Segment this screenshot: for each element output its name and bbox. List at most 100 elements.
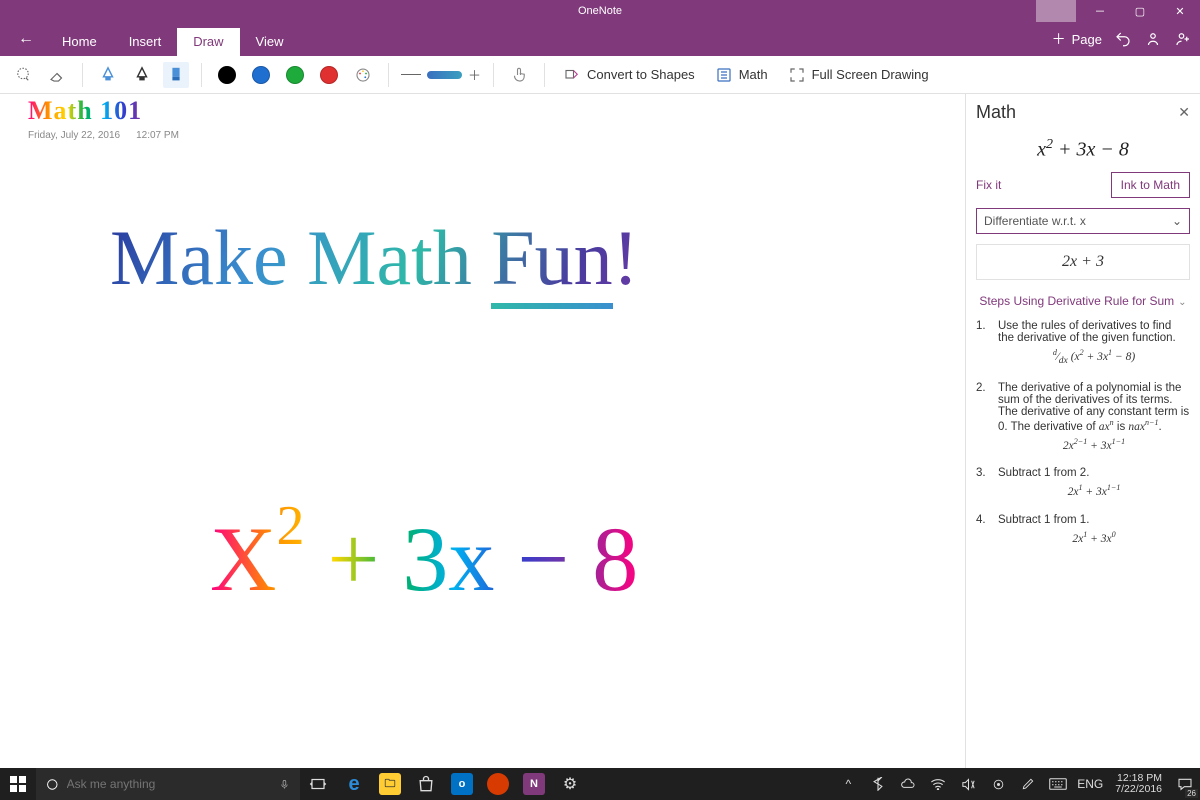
color-green[interactable] — [282, 62, 308, 88]
math-panel-close-icon[interactable]: ✕ — [1178, 104, 1190, 121]
tray-location-icon[interactable] — [983, 768, 1013, 800]
toolbar-sep-4 — [493, 63, 494, 87]
cortana-icon — [46, 777, 59, 792]
convert-to-shapes-label: Convert to Shapes — [587, 67, 695, 82]
math-panel-title: Math — [976, 102, 1016, 123]
toolbar-sep-3 — [388, 63, 389, 87]
step-text: The derivative of a polynomial is the su… — [998, 382, 1190, 433]
tray-clock[interactable]: 12:18 PM 7/22/2016 — [1107, 773, 1170, 795]
step-math: 2x1 + 3x0 — [998, 530, 1190, 545]
tab-home[interactable]: Home — [46, 28, 113, 56]
fullscreen-button[interactable]: Full Screen Drawing — [782, 66, 935, 84]
fix-it-link[interactable]: Fix it — [976, 178, 1001, 192]
ink-to-math-button[interactable]: Ink to Math — [1111, 172, 1190, 198]
step-text: Subtract 1 from 2. — [998, 467, 1190, 479]
math-step: 4. Subtract 1 from 1. 2x1 + 3x0 — [976, 514, 1190, 545]
step-text: Use the rules of derivatives to find the… — [998, 320, 1190, 344]
thickness-plus-icon: ＋ — [468, 65, 481, 84]
taskbar-app-store[interactable] — [408, 773, 444, 795]
math-step: 2. The derivative of a polynomial is the… — [976, 382, 1190, 452]
color-red[interactable] — [316, 62, 342, 88]
step-math: 2x1 + 3x1−1 — [998, 483, 1190, 498]
cortana-search[interactable] — [36, 768, 300, 800]
share-plus-icon[interactable] — [1174, 30, 1192, 48]
action-center-button[interactable]: 26 — [1170, 768, 1200, 800]
plus-icon: ＋ — [1050, 30, 1068, 48]
add-page-button[interactable]: ＋ Page — [1050, 30, 1102, 48]
taskbar-app-office[interactable] — [480, 773, 516, 795]
steps-toggle[interactable]: Steps Using Derivative Rule for Sum — [976, 294, 1190, 308]
page-date: Friday, July 22, 2016 — [28, 130, 120, 141]
tab-view[interactable]: View — [240, 28, 300, 56]
taskbar-app-explorer[interactable]: 🗀 — [372, 773, 408, 795]
tray-onedrive-icon[interactable] — [893, 768, 923, 800]
math-steps-list: 1. Use the rules of derivatives to find … — [976, 320, 1190, 561]
step-math: d⁄dx (x2 + 3x1 − 8) — [998, 348, 1190, 366]
tray-overflow-icon[interactable]: ^ — [833, 768, 863, 800]
page-timestamp: Friday, July 22, 2016 12:07 PM — [28, 130, 179, 141]
lasso-tool[interactable] — [10, 62, 36, 88]
tray-bluetooth-icon[interactable] — [863, 768, 893, 800]
convert-to-shapes-button[interactable]: Convert to Shapes — [557, 66, 701, 84]
touch-draw-toggle[interactable] — [506, 62, 532, 88]
ink-equation: X2 + 3x − 8 — [210, 494, 638, 612]
ribbon-tabs: ← Home Insert Draw View ＋ Page — [0, 22, 1200, 56]
thickness-min-icon — [401, 74, 421, 75]
math-step: 1. Use the rules of derivatives to find … — [976, 320, 1190, 366]
chevron-down-icon: ⌄ — [1172, 214, 1182, 228]
step-text: Subtract 1 from 1. — [998, 514, 1190, 526]
tray-language[interactable]: ENG — [1073, 768, 1107, 800]
notification-count: 26 — [1185, 789, 1198, 798]
thickness-preview — [427, 71, 462, 79]
minimize-button[interactable]: － — [1080, 0, 1120, 22]
note-canvas[interactable]: Math 101 Friday, July 22, 2016 12:07 PM … — [0, 94, 965, 768]
windows-taskbar: e 🗀 o N ⚙ ^ ENG 12:18 PM 7/22/2016 26 — [0, 768, 1200, 800]
math-result: 2x + 3 — [976, 244, 1190, 280]
math-button[interactable]: Math — [709, 66, 774, 84]
app-title: OneNote — [578, 5, 622, 17]
taskbar-app-settings[interactable]: ⚙ — [552, 774, 588, 794]
maximize-button[interactable]: ▢ — [1120, 0, 1160, 22]
close-button[interactable]: ✕ — [1160, 0, 1200, 22]
undo-icon[interactable] — [1114, 30, 1132, 48]
start-button[interactable] — [0, 768, 36, 800]
tray-wifi-icon[interactable] — [923, 768, 953, 800]
math-action-select[interactable]: Differentiate w.r.t. x ⌄ — [976, 208, 1190, 234]
eraser-tool[interactable] — [44, 62, 70, 88]
window-titlebar: OneNote － ▢ ✕ — [0, 0, 1200, 22]
task-view-button[interactable] — [300, 768, 336, 800]
tray-date: 7/22/2016 — [1115, 784, 1162, 795]
toolbar-sep-1 — [82, 63, 83, 87]
math-button-label: Math — [739, 67, 768, 82]
tray-volume-icon[interactable] — [953, 768, 983, 800]
toolbar-sep-5 — [544, 63, 545, 87]
tray-keyboard-icon[interactable] — [1043, 768, 1073, 800]
main-area: Math 101 Friday, July 22, 2016 12:07 PM … — [0, 94, 1200, 768]
toolbar-sep-2 — [201, 63, 202, 87]
taskbar-app-edge[interactable]: e — [336, 773, 372, 795]
math-expression: x2 + 3x − 8 — [976, 129, 1190, 172]
tray-pen-icon[interactable] — [1013, 768, 1043, 800]
highlighter-tool[interactable] — [163, 62, 189, 88]
back-button[interactable]: ← — [6, 22, 46, 56]
math-panel: Math ✕ x2 + 3x − 8 Fix it Ink to Math Di… — [965, 94, 1200, 768]
thickness-slider[interactable]: ＋ — [401, 70, 481, 80]
color-black[interactable] — [214, 62, 240, 88]
taskbar-app-outlook[interactable]: o — [444, 773, 480, 795]
share-icon[interactable] — [1144, 30, 1162, 48]
color-picker[interactable] — [350, 62, 376, 88]
titlebar-divider — [1036, 0, 1076, 22]
tab-draw[interactable]: Draw — [177, 28, 239, 56]
fullscreen-label: Full Screen Drawing — [812, 67, 929, 82]
microphone-icon[interactable] — [279, 778, 290, 791]
ink-headline: Make Math Fun! — [110, 219, 890, 297]
pen-tool-2[interactable] — [129, 62, 155, 88]
cortana-search-input[interactable] — [67, 777, 272, 791]
draw-toolbar: ＋ Convert to Shapes Math Full Screen Dra… — [0, 56, 1200, 94]
taskbar-app-onenote[interactable]: N — [516, 773, 552, 795]
pen-tool-1[interactable] — [95, 62, 121, 88]
math-step: 3. Subtract 1 from 2. 2x1 + 3x1−1 — [976, 467, 1190, 498]
page-title-ink: Math 101 — [28, 96, 142, 126]
color-blue[interactable] — [248, 62, 274, 88]
tab-insert[interactable]: Insert — [113, 28, 178, 56]
